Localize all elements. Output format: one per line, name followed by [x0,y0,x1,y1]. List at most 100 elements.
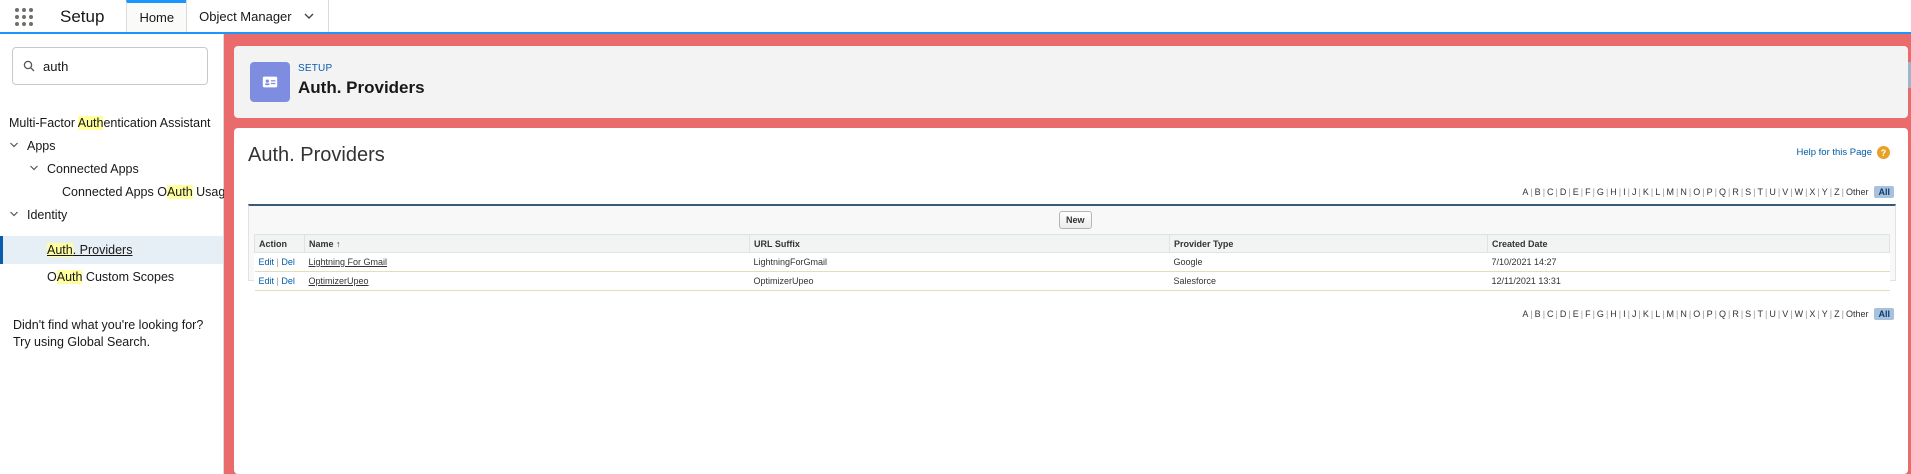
alpha-filter-a[interactable]: A [1520,187,1530,197]
alpha-filter-bottom: A | B | C | D | E | F | G | H | I | J | K | L | M | N | O | P | Q | R | S | T |… [1520,308,1894,320]
sidebar-item-label: Connected Apps O [62,185,167,199]
alpha-filter-x[interactable]: X [1807,187,1817,197]
edit-link[interactable]: Edit [259,257,275,267]
search-highlight: Auth [166,185,193,199]
alpha-filter-u[interactable]: U [1767,309,1778,319]
alpha-filter-z[interactable]: Z [1832,187,1842,197]
alpha-filter-l[interactable]: L [1653,309,1662,319]
alpha-filter-p[interactable]: P [1705,309,1715,319]
alpha-filter-x[interactable]: X [1807,309,1817,319]
alpha-filter-g[interactable]: G [1595,187,1606,197]
alpha-filter-t[interactable]: T [1756,187,1766,197]
hint-line-1: Didn't find what you're looking for? [13,318,204,332]
alpha-filter-j[interactable]: J [1630,309,1639,319]
alpha-filter-other[interactable]: Other [1844,309,1871,319]
alpha-filter-b[interactable]: B [1533,309,1543,319]
provider-name-link[interactable]: Lightning For Gmail [309,257,388,267]
section-title: Auth. Providers [248,144,385,166]
alpha-filter-l[interactable]: L [1653,187,1662,197]
created-date-cell: 7/10/2021 14:27 [1487,252,1890,272]
alpha-filter-o[interactable]: O [1691,187,1702,197]
delete-link[interactable]: Del [281,257,295,267]
alpha-filter-q[interactable]: Q [1717,187,1728,197]
app-launcher-icon [15,7,33,26]
alpha-filter-f[interactable]: F [1583,187,1593,197]
alpha-filter-z[interactable]: Z [1832,309,1842,319]
table-header-row: Action Name ↑ URL Suffix Provider Type C… [254,234,1890,253]
chevron-down-icon[interactable] [302,9,316,23]
alpha-filter-y[interactable]: Y [1820,187,1830,197]
alpha-filter-h[interactable]: H [1608,309,1619,319]
alpha-filter-a[interactable]: A [1520,309,1530,319]
sidebar-item-label: Multi-Factor [9,116,78,130]
alpha-filter-w[interactable]: W [1793,187,1806,197]
col-created-date[interactable]: Created Date [1487,234,1890,253]
alpha-filter-f[interactable]: F [1583,309,1593,319]
sidebar-item-auth-providers[interactable]: Auth. Providers [47,239,132,261]
chevron-down-icon[interactable] [9,209,19,219]
new-button[interactable]: New [1059,211,1092,229]
alpha-filter-w[interactable]: W [1793,309,1806,319]
alpha-filter-o[interactable]: O [1691,309,1702,319]
chevron-down-icon[interactable] [29,163,39,173]
alpha-filter-c[interactable]: C [1545,187,1556,197]
alpha-filter-n[interactable]: N [1678,309,1689,319]
help-for-this-page-link[interactable]: Help for this Page ? [1796,146,1890,159]
alpha-filter-m[interactable]: M [1665,309,1677,319]
quick-find-input[interactable] [43,58,203,74]
alpha-filter-e[interactable]: E [1571,187,1581,197]
sidebar-item-identity[interactable]: Identity [9,204,67,226]
related-list: New Action Name ↑ URL Suffix Provider Ty… [248,204,1896,291]
edit-link[interactable]: Edit [259,276,275,286]
tab-home[interactable]: Home [126,0,187,32]
alpha-filter-r[interactable]: R [1730,187,1741,197]
alpha-filter-u[interactable]: U [1767,187,1778,197]
provider-name-link[interactable]: OptimizerUpeo [309,276,369,286]
delete-link[interactable]: Del [281,276,295,286]
alpha-filter-s[interactable]: S [1743,309,1753,319]
alpha-filter-other[interactable]: Other [1844,187,1871,197]
app-launcher-button[interactable] [0,0,48,33]
alpha-filter-all[interactable]: All [1874,308,1894,320]
col-name[interactable]: Name ↑ [304,234,750,253]
alpha-filter-v[interactable]: V [1780,309,1790,319]
alpha-filter-j[interactable]: J [1630,187,1639,197]
alpha-filter-q[interactable]: Q [1717,309,1728,319]
sidebar-item-apps[interactable]: Apps [9,135,56,157]
sidebar-item-mfa-assistant[interactable]: Multi-Factor Authentication Assistant [9,112,211,134]
quick-find-search[interactable] [12,47,208,85]
global-search-hint: Didn't find what you're looking for? Try… [13,317,203,351]
alpha-filter-m[interactable]: M [1665,187,1677,197]
sidebar-item-connected-apps[interactable]: Connected Apps [29,158,139,180]
alpha-filter-n[interactable]: N [1678,187,1689,197]
search-highlight: Auth [56,270,83,284]
alpha-filter-s[interactable]: S [1743,187,1753,197]
alpha-filter-t[interactable]: T [1756,309,1766,319]
alpha-filter-h[interactable]: H [1608,187,1619,197]
alpha-filter-r[interactable]: R [1730,309,1741,319]
col-provider-type[interactable]: Provider Type [1169,234,1488,253]
chevron-down-icon[interactable] [9,140,19,150]
alpha-filter-k[interactable]: K [1641,309,1651,319]
col-url-suffix[interactable]: URL Suffix [749,234,1170,253]
tab-object-manager-label: Object Manager [199,8,292,24]
alpha-filter-k[interactable]: K [1641,187,1651,197]
action-separator: | [276,257,279,267]
alpha-filter-v[interactable]: V [1780,187,1790,197]
tab-object-manager[interactable]: Object Manager [186,0,329,32]
alpha-filter-p[interactable]: P [1705,187,1715,197]
alpha-filter-c[interactable]: C [1545,309,1556,319]
alpha-filter-d[interactable]: D [1558,187,1569,197]
sidebar-item-label: Custom Scopes [82,270,175,284]
alpha-filter-d[interactable]: D [1558,309,1569,319]
alpha-filter-all[interactable]: All [1874,186,1894,198]
alpha-filter-e[interactable]: E [1571,309,1581,319]
tab-home-label: Home [139,9,175,25]
page-header: SETUP Auth. Providers [234,46,1908,118]
sidebar-item-oauth-custom-scopes[interactable]: OAuth Custom Scopes [47,266,174,288]
alpha-filter-b[interactable]: B [1533,187,1543,197]
alpha-filter-y[interactable]: Y [1820,309,1830,319]
alpha-filter-g[interactable]: G [1595,309,1606,319]
col-action: Action [254,234,305,253]
sidebar-item-connected-apps-oauth-usage[interactable]: Connected Apps OAuth Usage [62,181,232,203]
